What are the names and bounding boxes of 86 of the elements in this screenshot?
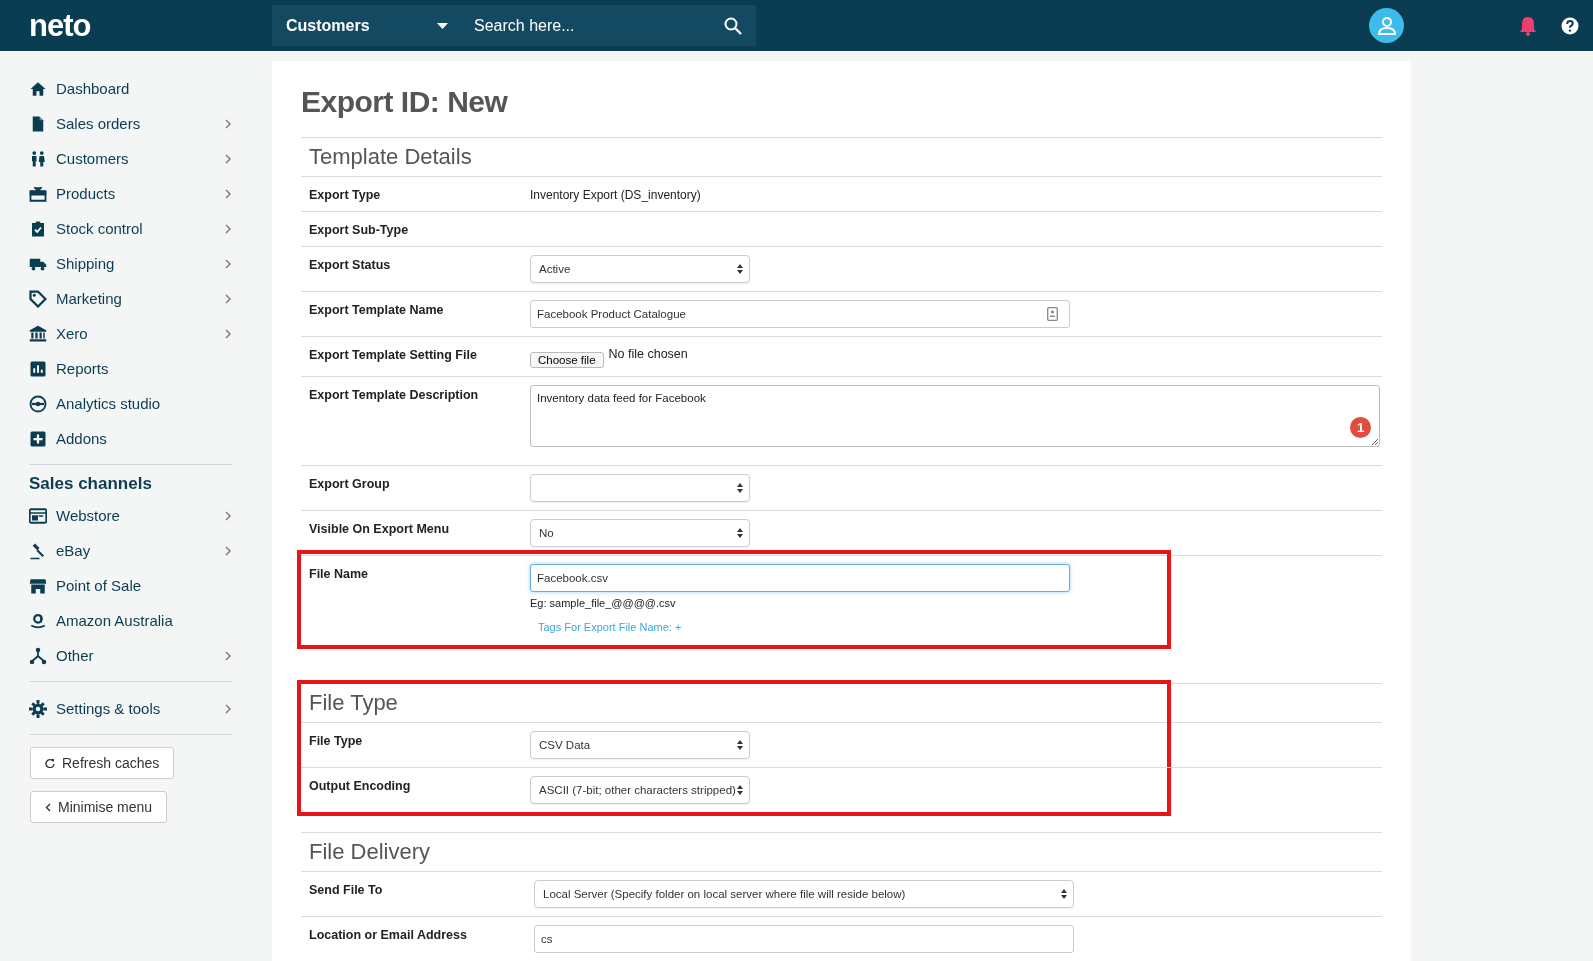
- category-dropdown[interactable]: Customers: [272, 5, 462, 46]
- sidebar-item[interactable]: Marketing: [29, 281, 232, 316]
- tag-icon: [29, 289, 47, 308]
- bell-icon[interactable]: [1519, 15, 1537, 36]
- field-label: Visible On Export Menu: [309, 521, 451, 537]
- sidebar-item[interactable]: Products: [29, 176, 232, 211]
- page-title: Export ID: New: [301, 84, 509, 120]
- select-arrows-icon: [737, 528, 743, 538]
- field-label: Export Group: [309, 476, 391, 492]
- choose-file-button[interactable]: Choose file: [530, 352, 604, 368]
- field-label: Export Status: [309, 257, 392, 273]
- smile-arrow-icon: [29, 611, 47, 630]
- select-field[interactable]: ASCII (7-bit; other characters stripped): [530, 776, 750, 804]
- section-title: File Delivery: [301, 833, 1382, 872]
- section-heading: Sales channels: [29, 474, 153, 494]
- sidebar-item[interactable]: Other: [29, 638, 232, 673]
- help-icon[interactable]: [1561, 16, 1579, 35]
- caret-icon: [437, 22, 448, 29]
- logo[interactable]: neto: [0, 7, 272, 44]
- field-label: Export Template Description: [309, 387, 480, 403]
- field-value: Inventory Export (DS_inventory): [530, 187, 701, 202]
- section-title: File Type: [301, 684, 1382, 723]
- sidebar-item[interactable]: Shipping: [29, 246, 232, 281]
- sidebar-item[interactable]: Reports: [29, 351, 232, 386]
- select-field[interactable]: [530, 474, 750, 502]
- gavel-icon: [29, 541, 47, 560]
- clipboard-check-icon: [29, 219, 47, 238]
- select-arrows-icon: [737, 785, 743, 795]
- sidebar-button[interactable]: Refresh caches: [30, 747, 175, 779]
- select-arrows-icon: [737, 740, 743, 750]
- select-arrows-icon: [737, 264, 743, 274]
- sidebar-item[interactable]: Sales orders: [29, 106, 232, 141]
- hint-text: Eg: sample_file_@@@@.csv: [530, 597, 677, 609]
- sidebar-item[interactable]: Point of Sale: [29, 568, 232, 603]
- plus-square-icon: [29, 429, 47, 448]
- count-badge: 1: [1350, 417, 1371, 438]
- refresh-icon: [45, 758, 55, 768]
- network-icon: [29, 646, 47, 665]
- select-field[interactable]: No: [530, 519, 750, 547]
- select-field[interactable]: Active: [530, 255, 750, 283]
- sidebar-item[interactable]: Amazon Australia: [29, 603, 232, 638]
- sidebar-item[interactable]: Analytics studio: [29, 386, 232, 421]
- box-icon: [29, 184, 47, 203]
- sidebar-item[interactable]: Settings & tools: [29, 691, 232, 726]
- gauge-icon: [29, 394, 47, 413]
- resize-handle-icon[interactable]: [1371, 438, 1378, 445]
- field-label: Export Template Name: [309, 302, 445, 318]
- field-label: Location or Email Address: [309, 927, 468, 943]
- user-icon: [1376, 15, 1397, 36]
- field-label: Output Encoding: [309, 778, 412, 794]
- gear-icon: [29, 699, 47, 718]
- chevron-left-icon: [45, 802, 51, 812]
- description-textarea[interactable]: Inventory data feed for Facebook 1: [530, 385, 1380, 447]
- sidebar-item[interactable]: Dashboard: [29, 71, 232, 106]
- sidebar-item[interactable]: eBay: [29, 533, 232, 568]
- search-field[interactable]: Search here...: [472, 15, 724, 36]
- people-icon: [29, 149, 47, 168]
- bank-icon: [29, 324, 47, 343]
- text-field[interactable]: cs: [534, 925, 1074, 953]
- field-label: Send File To: [309, 882, 384, 898]
- bar-chart-icon: [29, 359, 47, 378]
- select-field[interactable]: CSV Data: [530, 731, 750, 759]
- field-label: Export Template Setting File: [309, 347, 478, 363]
- store-icon: [29, 576, 47, 595]
- select-arrows-icon: [1061, 889, 1067, 899]
- select-arrows-icon: [737, 483, 743, 493]
- user-avatar[interactable]: [1369, 8, 1404, 43]
- text-field[interactable]: Facebook Product Catalogue: [530, 300, 1070, 328]
- text-field[interactable]: Facebook.csv: [530, 564, 1070, 592]
- sidebar-item[interactable]: Addons: [29, 421, 232, 456]
- contact-card-icon[interactable]: [1047, 307, 1058, 321]
- file-status: No file chosen: [608, 346, 688, 361]
- field-label: File Name: [309, 566, 370, 582]
- browser-window-icon: [29, 506, 47, 525]
- field-label: Export Type: [309, 187, 382, 203]
- sidebar-item[interactable]: Customers: [29, 141, 232, 176]
- sidebar-item[interactable]: Stock control: [29, 211, 232, 246]
- select-field[interactable]: Local Server (Specify folder on local server where file will reside below): [534, 880, 1074, 908]
- sidebar-button[interactable]: Minimise menu: [30, 791, 168, 823]
- search-bar[interactable]: Customers Search here...: [272, 5, 756, 46]
- search-icon[interactable]: [724, 16, 742, 35]
- sidebar-item[interactable]: Webstore: [29, 498, 232, 533]
- sidebar-item[interactable]: Xero: [29, 316, 232, 351]
- field-label: Export Sub-Type: [309, 222, 410, 238]
- field-label: File Type: [309, 733, 364, 749]
- section-title: Template Details: [301, 138, 1382, 177]
